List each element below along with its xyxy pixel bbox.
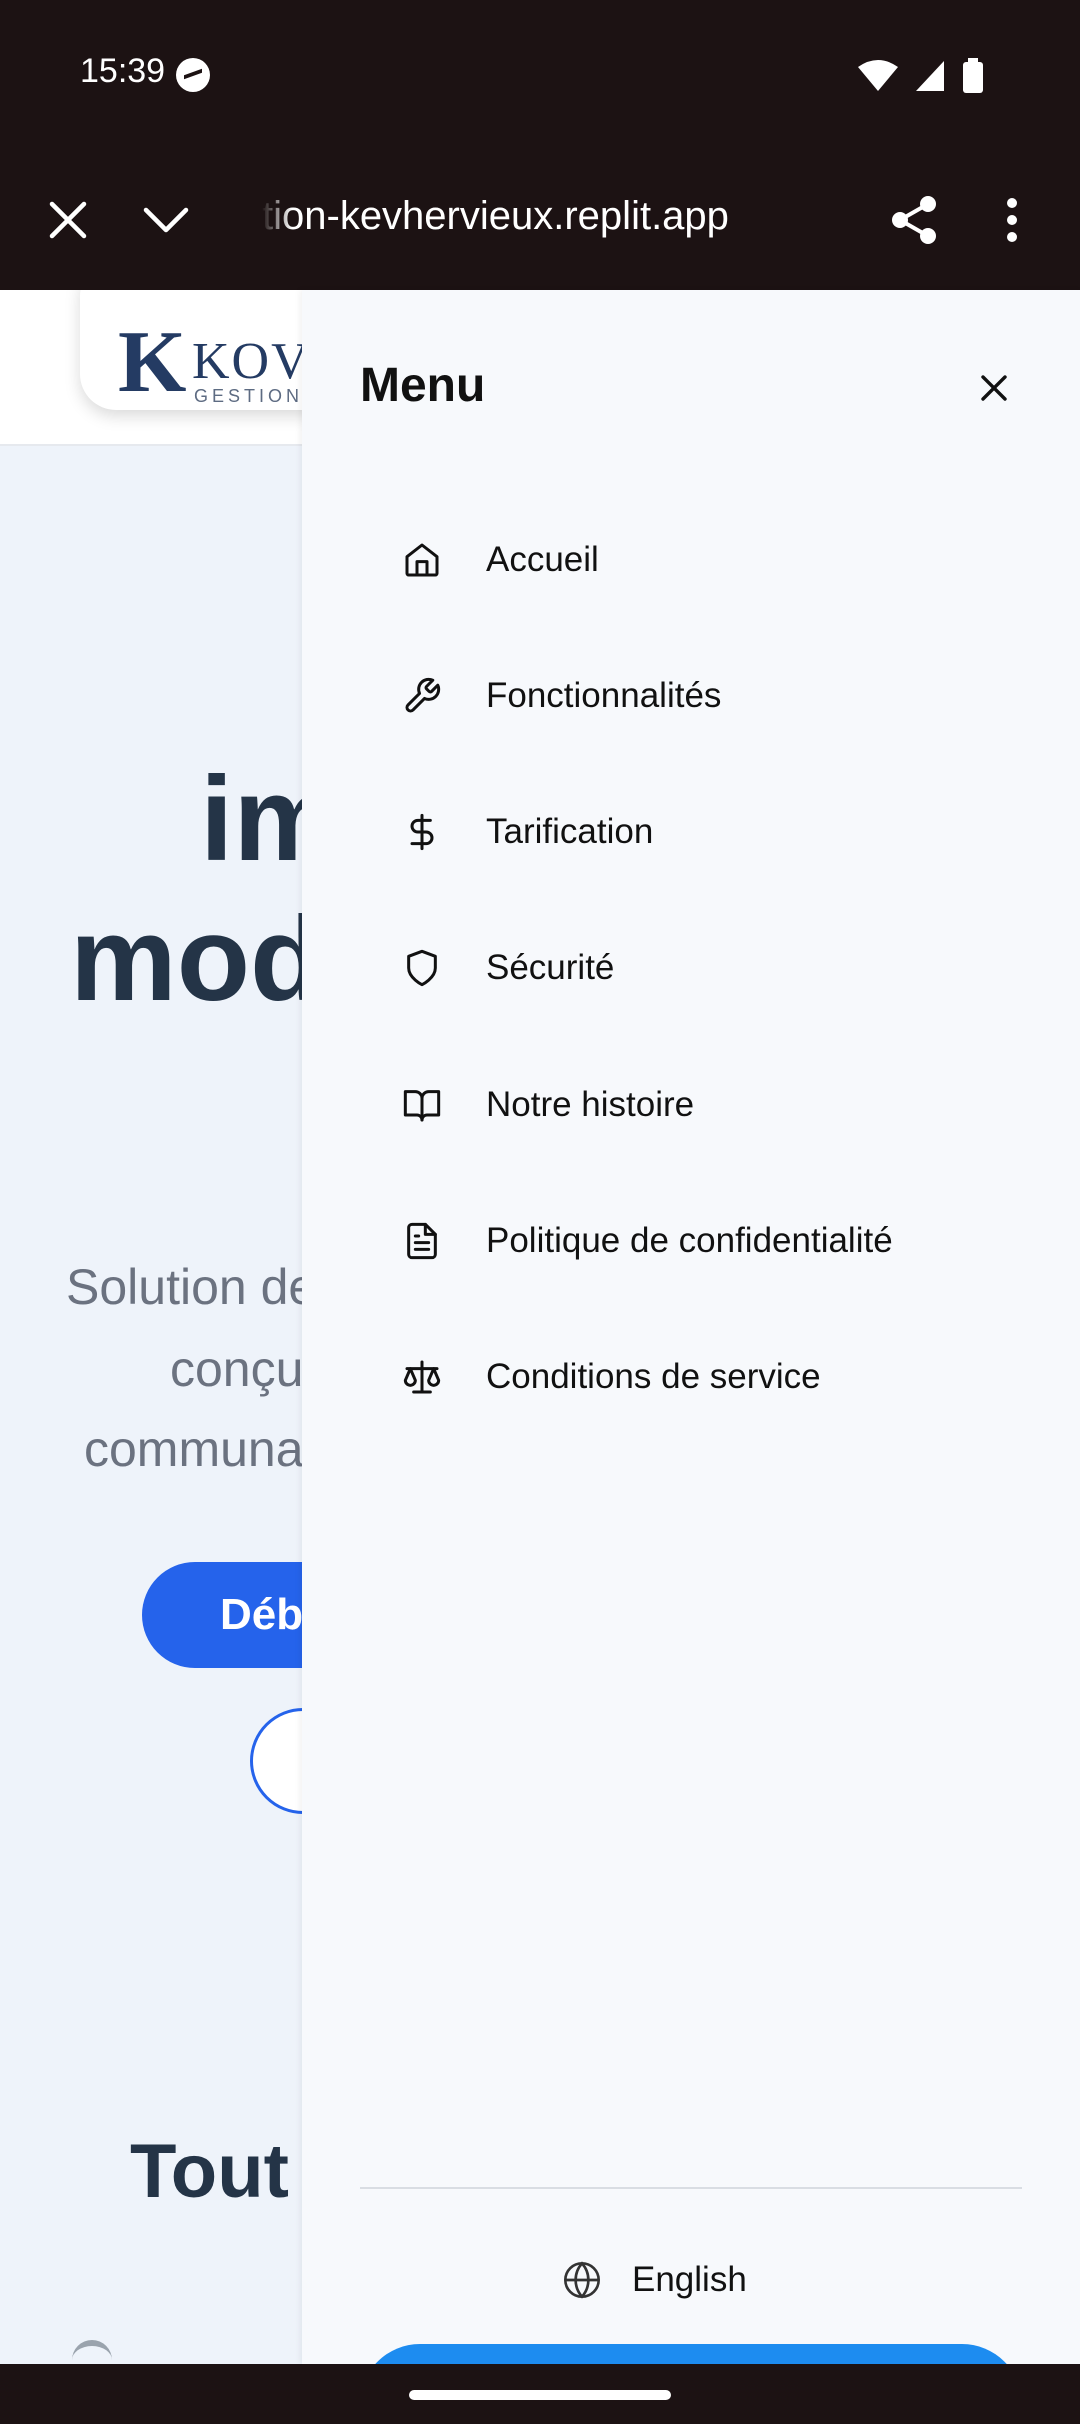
status-icons bbox=[858, 58, 984, 94]
messenger-icon bbox=[176, 58, 210, 92]
hero-title-line-2: mod bbox=[70, 892, 324, 1026]
menu-item-tarification[interactable]: Tarification bbox=[360, 777, 1020, 887]
wrench-icon bbox=[390, 664, 454, 728]
menu-item-label: Notre histoire bbox=[486, 1085, 695, 1124]
menu-item-label: Tarification bbox=[486, 812, 654, 851]
menu-item-label: Accueil bbox=[486, 540, 599, 579]
more-options-button[interactable] bbox=[982, 190, 1042, 250]
home-icon bbox=[390, 528, 454, 592]
menu-item-politique-confidentialite[interactable]: Politique de confidentialité bbox=[360, 1186, 1020, 1296]
close-icon bbox=[981, 375, 1007, 401]
text-fragment bbox=[72, 2340, 112, 2364]
hero-subtitle-line-2: conçu bbox=[170, 1341, 304, 1397]
drawer-divider bbox=[360, 2187, 1022, 2189]
globe-icon bbox=[564, 2261, 600, 2299]
menu-item-label: Sécurité bbox=[486, 948, 615, 987]
menu-item-notre-histoire[interactable]: Notre histoire bbox=[360, 1050, 1020, 1160]
book-icon bbox=[390, 1073, 454, 1137]
language-switcher[interactable]: English bbox=[562, 2245, 747, 2315]
menu-item-conditions-service[interactable]: Conditions de service bbox=[360, 1322, 1020, 1432]
drawer-title: Menu bbox=[360, 359, 486, 412]
menu-item-fonctionnalites[interactable]: Fonctionnalités bbox=[360, 641, 1020, 751]
logo-mark: K bbox=[118, 314, 187, 411]
url-field[interactable]: tion-kevhervieux.replit.app bbox=[262, 194, 782, 239]
system-nav-bar bbox=[0, 2364, 1080, 2424]
drawer-close-button[interactable] bbox=[954, 348, 1034, 428]
menu-item-securite[interactable]: Sécurité bbox=[360, 913, 1020, 1023]
menu-item-label: Politique de confidentialité bbox=[486, 1221, 893, 1260]
share-button[interactable] bbox=[884, 190, 944, 250]
document-icon bbox=[390, 1209, 454, 1273]
close-tab-button[interactable] bbox=[38, 190, 98, 250]
status-time: 15:39 bbox=[80, 52, 166, 90]
hero-subtitle-line-3: communa bbox=[84, 1421, 304, 1477]
navigation-drawer: Menu Accueil Fonctionnalités Tarificatio… bbox=[302, 290, 1080, 2364]
menu-item-label: Conditions de service bbox=[486, 1357, 821, 1396]
scale-icon bbox=[390, 1345, 454, 1409]
battery-icon bbox=[963, 58, 983, 93]
section-title: Tout bbox=[130, 2129, 289, 2214]
menu-item-label: Fonctionnalités bbox=[486, 676, 722, 715]
home-gesture-handle[interactable] bbox=[409, 2390, 671, 2400]
minimize-button[interactable] bbox=[136, 190, 196, 250]
browser-toolbar: tion-kevhervieux.replit.app bbox=[0, 150, 1080, 290]
dollar-icon bbox=[390, 800, 454, 864]
shield-icon bbox=[390, 936, 454, 1000]
close-icon bbox=[49, 201, 87, 239]
share-icon bbox=[892, 196, 936, 244]
wifi-icon bbox=[858, 60, 898, 91]
hero-subtitle-line-1: Solution de bbox=[66, 1259, 317, 1315]
more-vert-icon bbox=[1007, 198, 1017, 242]
signal-icon bbox=[916, 61, 944, 91]
language-label: English bbox=[632, 2260, 747, 2299]
chevron-down-icon bbox=[143, 207, 189, 233]
menu-item-accueil[interactable]: Accueil bbox=[360, 505, 1020, 615]
status-bar: 15:39 bbox=[0, 0, 1080, 150]
drawer-action-button[interactable] bbox=[360, 2344, 1022, 2364]
